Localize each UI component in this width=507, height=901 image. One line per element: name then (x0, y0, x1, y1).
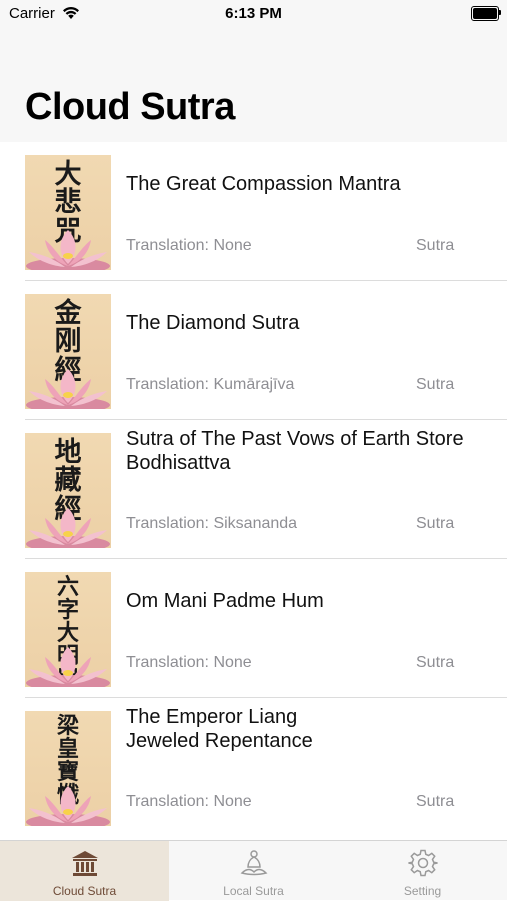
page-title: Cloud Sutra (25, 86, 235, 128)
lotus-icon (26, 508, 110, 548)
tab-bar: Cloud Sutra Local Sutra Setting (0, 840, 507, 901)
sutra-cover-image: 金刚經 (25, 294, 111, 409)
navigation-header: Cloud Sutra (0, 28, 507, 142)
tab-label: Cloud Sutra (52, 884, 117, 898)
tab-cloud-sutra[interactable]: Cloud Sutra (0, 841, 169, 901)
sutra-list: 大悲咒 The Great Compassion Mantra Translat… (0, 142, 507, 837)
list-item[interactable]: 地藏經 Sutra of The Past Vows of Earth Stor… (0, 420, 507, 559)
battery-icon (471, 6, 501, 21)
sutra-cover-image: 地藏經 (25, 433, 111, 548)
category-label: Sutra (416, 654, 455, 671)
status-bar: Carrier 6:13 PM (0, 0, 507, 28)
tab-setting[interactable]: Setting (338, 841, 507, 901)
category-label: Sutra (416, 793, 455, 810)
temple-icon (72, 851, 98, 876)
sutra-cover-image: 六字大明咒 (25, 572, 111, 687)
list-item[interactable]: 六字大明咒 Om Mani Padme Hum Translation: Non… (0, 559, 507, 698)
list-item[interactable]: 金刚經 The Diamond Sutra Translation: Kumār… (0, 281, 507, 420)
category-label: Sutra (416, 237, 455, 254)
translation-label: Translation: None (126, 793, 252, 810)
translation-label: Translation: Siksananda (126, 515, 298, 532)
tab-local-sutra[interactable]: Local Sutra (169, 841, 338, 901)
lotus-icon (26, 369, 110, 409)
translation-label: Translation: Kumārajīva (126, 376, 295, 393)
lotus-icon (26, 786, 110, 826)
status-time: 6:13 PM (225, 5, 282, 22)
sutra-title: The Emperor Liang Jeweled Repentance (126, 706, 313, 752)
list-item[interactable]: 大悲咒 The Great Compassion Mantra Translat… (0, 142, 507, 281)
lotus-icon (26, 647, 110, 687)
gear-icon (408, 849, 438, 877)
sutra-title: Sutra of The Past Vows of Earth Store Bo… (126, 428, 464, 474)
tab-label: Setting (403, 884, 442, 898)
tab-label: Local Sutra (223, 884, 284, 898)
lotus-icon (26, 230, 110, 270)
meditation-icon (240, 850, 268, 876)
category-label: Sutra (416, 515, 455, 532)
list-item[interactable]: 梁皇寶懺 The Emperor Liang Jeweled Repentanc… (0, 698, 507, 837)
sutra-title: The Great Compassion Mantra (126, 173, 401, 195)
sutra-title: Om Mani Padme Hum (126, 590, 324, 612)
translation-label: Translation: None (126, 237, 252, 254)
category-label: Sutra (416, 376, 455, 393)
translation-label: Translation: None (126, 654, 252, 671)
sutra-cover-image: 大悲咒 (25, 155, 111, 270)
sutra-title: The Diamond Sutra (126, 312, 300, 334)
sutra-cover-image: 梁皇寶懺 (25, 711, 111, 826)
